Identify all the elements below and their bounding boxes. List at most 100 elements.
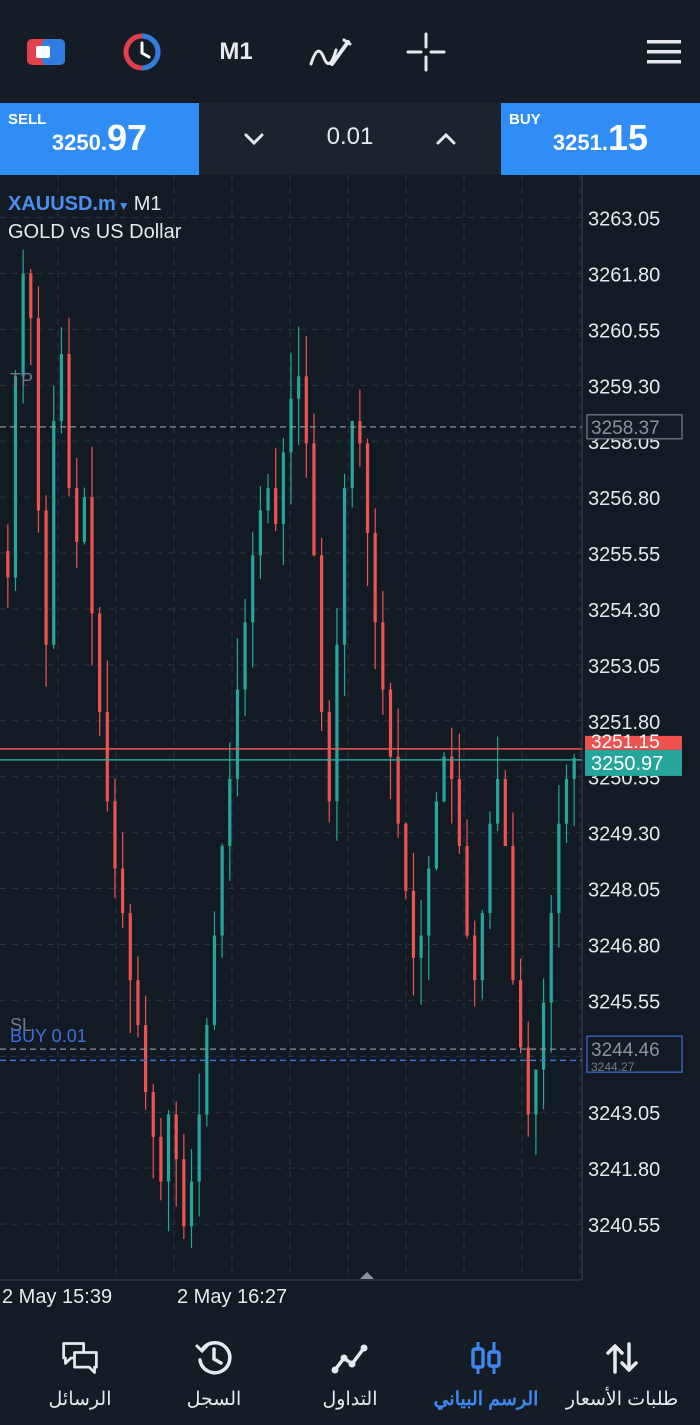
buy-price: 3251.15: [553, 117, 648, 159]
candle-body: [396, 756, 400, 824]
clock-indicator-icon: [123, 33, 161, 71]
y-tick-label: 3253.05: [588, 656, 660, 678]
nav-messages[interactable]: الرسائل: [10, 1320, 150, 1425]
symbol-dropdown-icon: ▼: [117, 199, 130, 213]
candle-body: [281, 452, 285, 524]
candle-body: [36, 318, 41, 511]
lot-increase-button[interactable]: [424, 117, 468, 161]
symbol-description: GOLD vs US Dollar: [8, 221, 182, 243]
candle-body: [411, 890, 416, 958]
candle-body: [243, 622, 247, 690]
objects-button[interactable]: [306, 28, 354, 76]
candle-body: [358, 421, 362, 444]
candle-body: [365, 443, 370, 533]
candle-body: [251, 555, 255, 623]
y-tick-label: 3261.80: [588, 264, 660, 286]
y-tick-label: 3259.30: [588, 376, 660, 398]
position-price: 3244.27: [591, 1060, 635, 1074]
candle-body: [381, 622, 385, 690]
timeframe-label: M1: [219, 38, 253, 65]
candle-body: [373, 532, 377, 623]
y-tick-label: 3241.80: [588, 1159, 660, 1181]
candle-body: [480, 913, 484, 981]
candle-body: [136, 980, 140, 1025]
y-tick-label: 3263.05: [588, 209, 660, 231]
candle-body: [564, 778, 569, 824]
candle-body: [266, 488, 270, 511]
candle-body: [235, 689, 240, 779]
sell-label: SELL: [8, 111, 47, 128]
x-tick-label: 2 May 15:39: [2, 1286, 112, 1308]
candle-body: [304, 376, 308, 444]
nav-trade[interactable]: التداول: [280, 1320, 420, 1425]
candle-body: [320, 555, 324, 712]
pen-wave-icon: [309, 38, 352, 66]
menu-button[interactable]: [640, 28, 688, 76]
candle-body: [274, 488, 278, 524]
candle-body: [128, 913, 132, 981]
candle-body: [258, 510, 262, 556]
buy-label: BUY: [509, 111, 541, 128]
candle-body: [457, 778, 461, 847]
indicators-button[interactable]: [118, 28, 166, 76]
nav-label: الرسم البياني: [433, 1389, 539, 1410]
candle-body: [465, 846, 469, 936]
candle-body: [496, 778, 500, 824]
symbol-name: XAUUSD.m: [8, 193, 116, 215]
bid-price: 3250.97: [591, 753, 663, 775]
top-toolbar: M1: [0, 0, 700, 102]
candle-body: [434, 801, 439, 869]
history-icon: [194, 1338, 234, 1378]
buy-button[interactable]: BUY 3251.15: [501, 103, 700, 175]
nav-history[interactable]: السجل: [144, 1320, 284, 1425]
candle-body: [212, 935, 217, 1025]
lot-decrease-button[interactable]: [232, 117, 276, 161]
y-tick-label: 3254.30: [588, 600, 660, 622]
candle-body: [82, 497, 86, 542]
nav-chart[interactable]: الرسم البياني: [416, 1320, 556, 1425]
candles-icon: [466, 1338, 506, 1378]
y-tick-label: 3240.55: [588, 1215, 660, 1237]
candle-body: [220, 846, 224, 936]
symbol-timeframe: M1: [133, 193, 162, 215]
timeframe-button[interactable]: M1: [210, 28, 262, 76]
candle-body: [526, 1047, 530, 1115]
candle-body: [312, 443, 316, 556]
one-click-trading-button[interactable]: [22, 28, 70, 76]
candle-body: [427, 868, 431, 936]
candle-body: [549, 913, 553, 1003]
candle-body: [197, 1114, 201, 1182]
candle-body: [557, 823, 561, 914]
candle-body: [174, 1114, 178, 1160]
nav-label: التداول: [322, 1389, 378, 1410]
candle-body: [52, 421, 56, 645]
y-tick-label: 3248.05: [588, 880, 660, 902]
sell-button[interactable]: SELL 3250.97: [0, 103, 199, 175]
symbol-header[interactable]: XAUUSD.m ▼ M1: [8, 193, 161, 216]
one-click-trading-icon: [27, 39, 65, 65]
candle-body: [75, 488, 79, 542]
price-chart[interactable]: 3263.05 3261.80 3260.55 3259.30 3258.05 3256.…: [0, 175, 700, 1315]
take-profit-label: TP: [10, 370, 34, 390]
candle-body: [534, 1069, 538, 1115]
candle-body: [44, 510, 48, 645]
lot-size-input[interactable]: 0.01: [300, 123, 400, 151]
nav-quotes[interactable]: طلبات الأسعار: [552, 1320, 692, 1425]
trade-icon: [330, 1338, 370, 1378]
one-click-trade-panel: SELL 3250.97 0.01 BUY 3251.15: [0, 103, 700, 175]
candle-body: [143, 1025, 148, 1093]
chart-canvas[interactable]: 3263.053261.803260.553259.303258.053256.…: [0, 175, 700, 1315]
candle-body: [388, 689, 393, 757]
y-tick-label: 3251.80: [588, 712, 660, 734]
candle-body: [404, 823, 408, 891]
buy-price-pips: 15: [607, 117, 648, 158]
scroll-marker-icon: [360, 1272, 374, 1279]
y-tick-label: 3246.80: [588, 935, 660, 957]
candle-body: [511, 846, 515, 981]
crosshair-button[interactable]: [402, 28, 450, 76]
candle-body: [503, 778, 507, 847]
hamburger-menu-icon: [647, 40, 681, 64]
y-tick-label: 3245.55: [588, 991, 660, 1013]
candle-body: [13, 376, 18, 578]
y-tick-label: 3256.80: [588, 488, 660, 510]
